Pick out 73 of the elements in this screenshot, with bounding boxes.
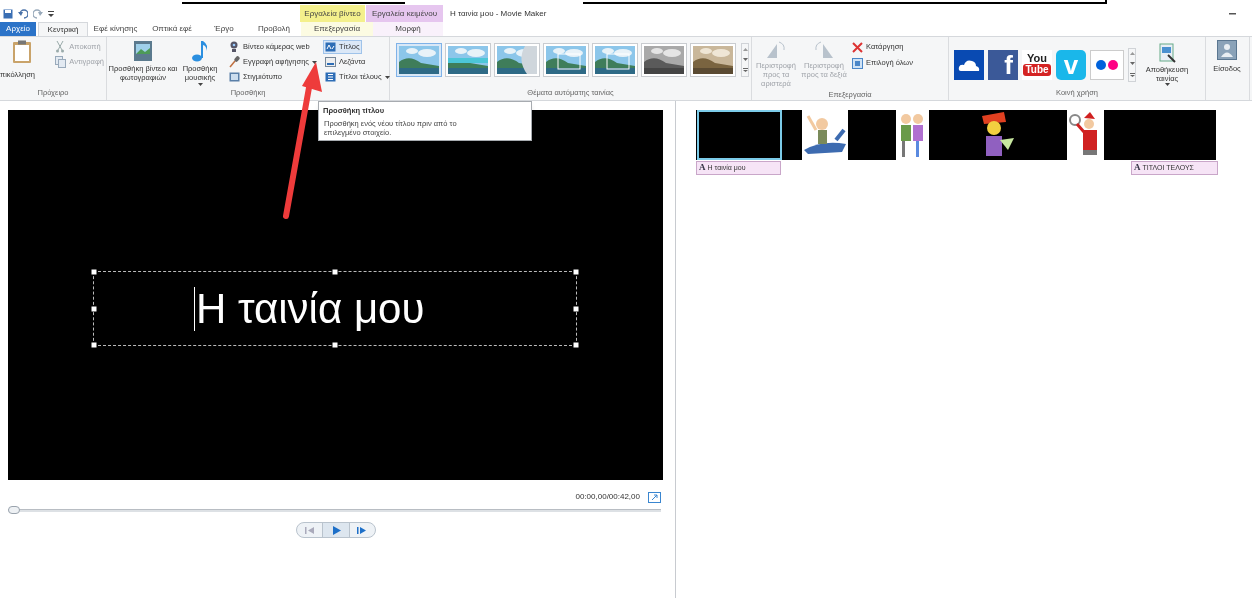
select-all-icon: [852, 57, 863, 69]
cloud-icon: [958, 58, 980, 71]
ribbon-tab[interactable]: Προβολή: [247, 22, 301, 36]
ribbon-tab[interactable]: Επεξεργασία: [301, 22, 373, 36]
contextual-tab-header: Εργαλεία κειμένου: [366, 5, 444, 22]
caret-icon: [384, 75, 390, 79]
video-clip[interactable]: [782, 110, 802, 160]
play-button[interactable]: [322, 523, 349, 537]
person-icon: [1217, 40, 1237, 60]
rotate-left-icon: [766, 40, 786, 60]
redo-icon: [33, 8, 43, 19]
ribbon-tab[interactable]: Οπτικά εφέ: [143, 22, 201, 36]
snapshot-icon: [229, 71, 240, 83]
file-tab[interactable]: Αρχείο: [0, 22, 36, 36]
text-icon: A: [699, 161, 706, 175]
facebook-button[interactable]: f: [988, 49, 1018, 80]
theme-thumbnail[interactable]: [641, 43, 687, 77]
next-frame-icon: [357, 525, 368, 535]
ribbon-tab[interactable]: Κεντρική: [38, 22, 88, 36]
time-readout: 00:00,00/00:42,00: [575, 491, 640, 503]
dropdown-icon: [48, 9, 54, 18]
ribbon-tab[interactable]: Εφέ κίνησης: [88, 22, 143, 36]
seek-thumb[interactable]: [8, 506, 20, 514]
video-clip[interactable]: [929, 110, 1067, 160]
window-title: Η ταινία μου - Movie Maker: [449, 7, 547, 20]
caret-icon: [311, 60, 317, 64]
play-icon: [331, 525, 341, 535]
previous-frame-icon: [304, 525, 315, 535]
video-clip[interactable]: [848, 110, 896, 160]
film-save-icon: [1158, 43, 1176, 63]
scroll-up-icon: [742, 47, 748, 51]
theme-thumbnail[interactable]: [690, 43, 736, 77]
youtube-button[interactable]: You Tube: [1022, 49, 1052, 80]
remove-icon: [852, 41, 863, 53]
clipboard-icon: [12, 40, 32, 64]
scroll-down-icon: [1129, 62, 1135, 66]
microphone-icon: [229, 56, 240, 68]
rotate-right-icon: [814, 40, 834, 60]
music-note-icon: [191, 40, 209, 62]
logo-text: Tube: [1023, 64, 1051, 76]
flickr-button[interactable]: [1090, 49, 1124, 80]
copy-icon: [55, 56, 67, 68]
ribbon-tab[interactable]: Έργο: [201, 22, 247, 36]
theme-thumbnail[interactable]: [543, 43, 589, 77]
theme-thumbnail[interactable]: [494, 43, 540, 77]
contextual-tab-header: Εργαλεία βίντεο: [300, 5, 366, 22]
dots-icon: [1096, 59, 1118, 70]
caption-icon: [324, 56, 336, 68]
film-photo-icon: [132, 40, 154, 62]
cloud-storage-button[interactable]: [954, 49, 984, 80]
theme-thumbnail[interactable]: [592, 43, 638, 77]
theme-thumbnail[interactable]: [396, 43, 442, 77]
credits-icon: [324, 71, 336, 83]
scroll-up-icon: [1129, 52, 1135, 56]
cut-icon: [55, 41, 67, 53]
ribbon-tab[interactable]: Μορφή: [373, 22, 443, 36]
fullscreen-button[interactable]: [648, 491, 661, 503]
more-icon: [742, 68, 748, 73]
fullscreen-icon: [648, 491, 661, 503]
caret-icon: [1164, 83, 1170, 86]
webcam-icon: [229, 41, 240, 53]
title-icon: [324, 41, 336, 53]
video-clip[interactable]: [1104, 110, 1216, 160]
save-icon: [3, 8, 13, 19]
undo-icon: [18, 8, 28, 19]
minimize-icon: [1228, 12, 1236, 15]
title-text: Η ταινία μου: [196, 287, 425, 330]
scroll-down-icon: [742, 58, 748, 61]
more-icon: [1129, 72, 1135, 77]
video-clip[interactable]: [697, 110, 782, 160]
text-icon: A: [1134, 161, 1141, 175]
logo-text: You: [1027, 53, 1047, 64]
theme-thumbnail[interactable]: [445, 43, 491, 77]
